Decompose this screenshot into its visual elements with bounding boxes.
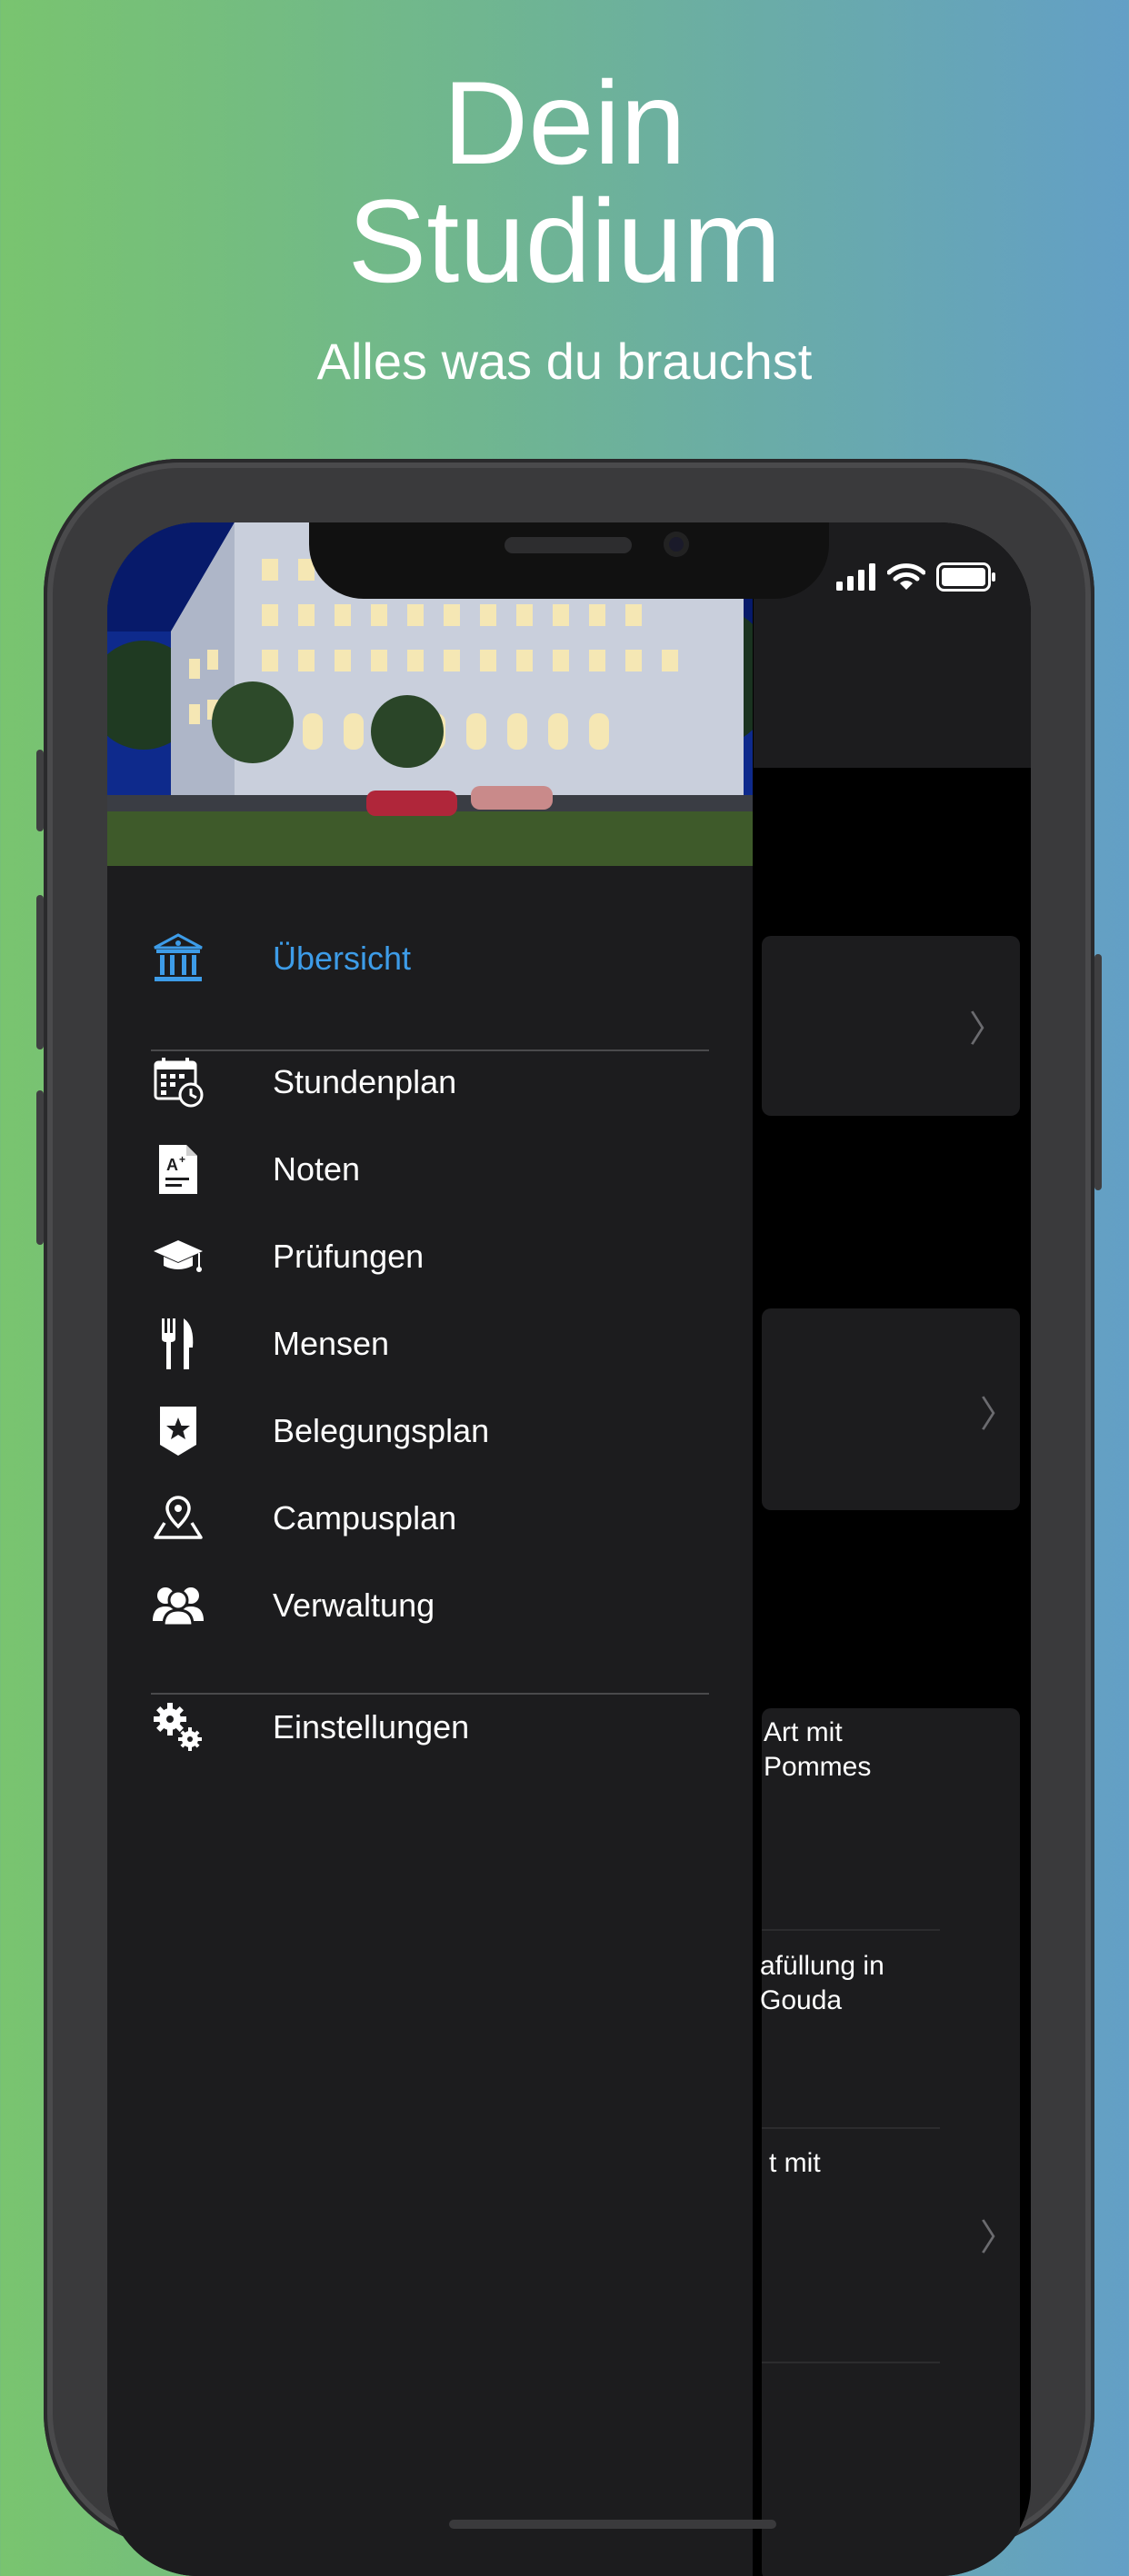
menu-label-einstellungen: Einstellungen — [273, 1708, 470, 1746]
menu-label-pruefungen: Prüfungen — [273, 1238, 425, 1275]
menu-item-mensen[interactable]: Mensen — [107, 1308, 753, 1380]
menu-item-campusplan[interactable]: Campusplan — [107, 1482, 753, 1555]
calendar-clock-icon — [151, 1055, 205, 1109]
menu-label-noten: Noten — [273, 1150, 361, 1188]
meal-text-2: afüllung in Gouda — [760, 1951, 884, 2015]
meal-separator — [762, 1929, 940, 1931]
meal-separator — [762, 2362, 940, 2363]
menu-label-verwaltung: Verwaltung — [273, 1586, 435, 1624]
promo-title-line1: Dein — [443, 56, 686, 189]
chevron-right-icon: 〉 — [980, 2218, 1016, 2258]
graduation-cap-icon — [151, 1229, 205, 1284]
svg-text:A: A — [166, 1156, 178, 1174]
promo-title-line2: Studium — [347, 174, 782, 307]
phone-screen: 〉 〉 Art mit Pommes afüllung in Gouda t m… — [107, 522, 1031, 2576]
grade-document-icon: A + — [151, 1142, 205, 1197]
menu-label-mensen: Mensen — [273, 1325, 390, 1362]
promo-title: Dein Studium — [0, 64, 1129, 300]
promo-subtitle: Alles was du brauchst — [316, 333, 813, 390]
mute-switch — [36, 750, 44, 831]
side-drawer: Übersicht Stundenplan A + Noten Prüfunge… — [107, 522, 754, 2576]
meal-text-3: t mit — [769, 2148, 821, 2178]
menu-item-verwaltung[interactable]: Verwaltung — [107, 1569, 753, 1642]
university-building-icon — [151, 931, 205, 986]
background-card-1[interactable]: 〉 — [762, 936, 1020, 1116]
front-camera — [664, 532, 689, 557]
menu-label-belegungsplan: Belegungsplan — [273, 1412, 490, 1449]
menu-item-pruefungen[interactable]: Prüfungen — [107, 1220, 753, 1293]
svg-text:+: + — [179, 1153, 185, 1166]
menu-item-uebersicht[interactable]: Übersicht — [107, 922, 753, 995]
battery-icon — [936, 562, 995, 592]
speaker-grille — [505, 537, 632, 553]
menu-item-belegungsplan[interactable]: Belegungsplan — [107, 1395, 753, 1467]
volume-up-button — [36, 895, 44, 1049]
signal-icon — [836, 563, 875, 591]
menu-label-uebersicht: Übersicht — [273, 940, 412, 977]
fork-knife-icon — [151, 1317, 205, 1371]
menu-item-noten[interactable]: A + Noten — [107, 1133, 753, 1206]
background-card-2[interactable]: 〉 — [762, 1308, 1020, 1510]
status-bar — [836, 562, 996, 592]
wifi-icon — [887, 563, 925, 590]
gears-icon — [151, 1700, 205, 1755]
chevron-right-icon: 〉 — [980, 1395, 1016, 1435]
background-menu-card: Art mit Pommes afüllung in Gouda t mit 〉 — [760, 1708, 1020, 2576]
chevron-right-icon: 〉 — [969, 1010, 1005, 1049]
menu-label-stundenplan: Stundenplan — [273, 1063, 457, 1100]
meal-text-1: Art mit Pommes — [764, 1717, 872, 1782]
meal-separator — [762, 2127, 940, 2129]
phone-frame: 〉 〉 Art mit Pommes afüllung in Gouda t m… — [36, 459, 1102, 2576]
volume-down-button — [36, 1090, 44, 1245]
home-indicator[interactable] — [449, 2520, 776, 2529]
people-icon — [151, 1578, 205, 1633]
menu-item-einstellungen[interactable]: Einstellungen — [107, 1691, 753, 1764]
star-badge-icon — [151, 1404, 205, 1458]
menu-item-stundenplan[interactable]: Stundenplan — [107, 1046, 753, 1119]
map-pin-icon — [151, 1491, 205, 1546]
power-button — [1094, 954, 1102, 1190]
menu-label-campusplan: Campusplan — [273, 1499, 457, 1537]
notch — [309, 522, 829, 599]
